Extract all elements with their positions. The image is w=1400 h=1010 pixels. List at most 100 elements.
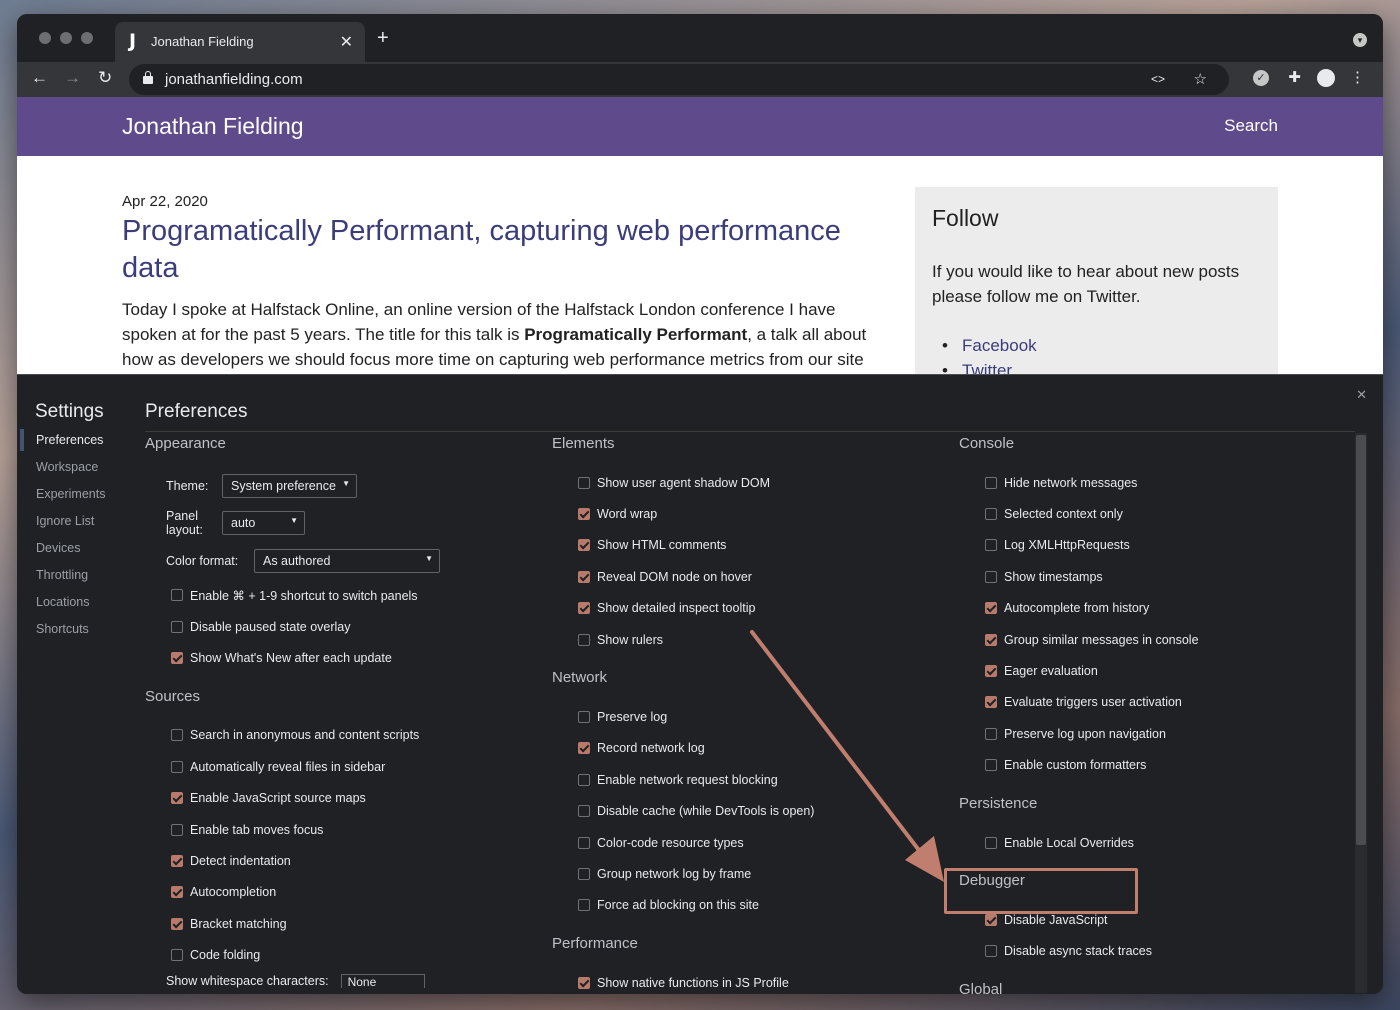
checkbox[interactable]: [578, 508, 590, 521]
checkbox-label[interactable]: Search in anonymous and content scripts: [190, 728, 419, 742]
color-format-select[interactable]: As authored ▼: [254, 548, 440, 573]
checkbox[interactable]: [578, 805, 590, 818]
reload-icon[interactable]: ↻: [98, 68, 112, 88]
checkbox-row[interactable]: Show user agent shadow DOM: [552, 467, 952, 498]
checkbox[interactable]: [985, 665, 997, 678]
checkbox-label[interactable]: Evaluate triggers user activation: [1004, 695, 1182, 709]
checkbox[interactable]: [171, 651, 183, 664]
checkbox-row[interactable]: Autocompletion: [145, 877, 545, 908]
checkbox-row[interactable]: Eager evaluation: [959, 655, 1359, 686]
new-tab-plus-icon[interactable]: +: [377, 27, 389, 50]
checkbox-row[interactable]: Show detailed inspect tooltip: [552, 593, 952, 624]
checkbox[interactable]: [171, 589, 183, 602]
checkbox[interactable]: [985, 945, 997, 958]
checkbox[interactable]: [578, 867, 590, 880]
sidebar-item-devices[interactable]: Devices: [17, 537, 137, 564]
checkbox-label[interactable]: Group similar messages in console: [1004, 633, 1199, 647]
checkbox-row[interactable]: Disable paused state overlay: [145, 611, 545, 642]
checkbox[interactable]: [171, 886, 183, 899]
checkbox[interactable]: [985, 539, 997, 552]
panel-layout-select[interactable]: auto ▼: [222, 511, 305, 536]
sidebar-item-experiments[interactable]: Experiments: [17, 483, 137, 510]
checkbox-label[interactable]: Group network log by frame: [597, 867, 751, 881]
disable-javascript-checkbox[interactable]: [985, 913, 997, 926]
checkbox-label[interactable]: Enable JavaScript source maps: [190, 791, 366, 805]
sidebar-item-throttling[interactable]: Throttling: [17, 564, 137, 591]
checkbox-label[interactable]: Selected context only: [1004, 507, 1123, 521]
checkbox-label[interactable]: Disable async stack traces: [1004, 944, 1152, 958]
checkbox-label[interactable]: Disable cache (while DevTools is open): [597, 804, 814, 818]
tab-search-chevron-icon[interactable]: ▾: [1353, 33, 1367, 47]
checkbox-label[interactable]: Word wrap: [597, 507, 657, 521]
account-avatar-icon[interactable]: [1317, 69, 1335, 87]
site-search-link[interactable]: Search: [1224, 116, 1278, 136]
checkbox[interactable]: [578, 899, 590, 912]
checkbox-row[interactable]: Bracket matching: [145, 908, 545, 939]
checkbox-label[interactable]: Show HTML comments: [597, 538, 726, 552]
checkbox-label[interactable]: Code folding: [190, 948, 260, 962]
checkbox[interactable]: [171, 917, 183, 930]
checkbox-label[interactable]: Detect indentation: [190, 854, 291, 868]
checkbox-row[interactable]: Color-code resource types: [552, 827, 952, 858]
checkbox-label[interactable]: Log XMLHttpRequests: [1004, 538, 1130, 552]
checkbox[interactable]: [578, 476, 590, 489]
checkbox-label[interactable]: Enable Local Overrides: [1004, 836, 1134, 850]
checkbox-label[interactable]: Enable ⌘ + 1-9 shortcut to switch panels: [190, 588, 418, 603]
disable-javascript-row[interactable]: Disable JavaScript: [959, 904, 1359, 935]
checkbox-row[interactable]: Record network log: [552, 733, 952, 764]
checkbox-row[interactable]: Enable JavaScript source maps: [145, 782, 545, 813]
checkbox[interactable]: [171, 729, 183, 742]
checkbox-row[interactable]: Code folding: [145, 939, 545, 970]
site-title-link[interactable]: Jonathan Fielding: [122, 113, 304, 140]
bookmark-star-icon[interactable]: ☆: [1194, 70, 1207, 88]
checkbox-label[interactable]: Reveal DOM node on hover: [597, 570, 752, 584]
checkbox-label[interactable]: Show native functions in JS Profile: [597, 976, 789, 990]
theme-select[interactable]: System preference ▼: [222, 473, 357, 498]
checkbox[interactable]: [171, 620, 183, 633]
checkbox-label[interactable]: Enable custom formatters: [1004, 758, 1146, 772]
sidebar-item-locations[interactable]: Locations: [17, 591, 137, 618]
checkbox-row[interactable]: Show What's New after each update: [145, 642, 545, 673]
checkbox-label[interactable]: Enable tab moves focus: [190, 823, 323, 837]
checkbox[interactable]: [578, 602, 590, 615]
checkbox[interactable]: [578, 773, 590, 786]
sidebar-item-shortcuts[interactable]: Shortcuts: [17, 618, 137, 645]
checkbox-row[interactable]: Search in anonymous and content scripts: [145, 720, 545, 751]
checkbox-row[interactable]: Show native functions in JS Profile: [552, 967, 952, 994]
checkbox[interactable]: [985, 476, 997, 489]
checkbox[interactable]: [171, 823, 183, 836]
checkbox[interactable]: [985, 727, 997, 740]
checkbox-label[interactable]: Bracket matching: [190, 917, 287, 931]
checkbox-label[interactable]: Show timestamps: [1004, 570, 1103, 584]
checkbox-row[interactable]: Enable ⌘ + 1-9 shortcut to switch panels: [145, 580, 545, 611]
checkbox[interactable]: [985, 633, 997, 646]
checkbox-label[interactable]: Automatically reveal files in sidebar: [190, 760, 385, 774]
kebab-menu-icon[interactable]: ⋮: [1350, 68, 1365, 86]
sidebar-item-preferences[interactable]: Preferences: [17, 429, 137, 456]
checkbox-label[interactable]: Force ad blocking on this site: [597, 898, 759, 912]
checkbox-label[interactable]: Show detailed inspect tooltip: [597, 601, 755, 615]
checkbox-label[interactable]: Show user agent shadow DOM: [597, 476, 770, 490]
checkbox[interactable]: [985, 696, 997, 709]
checkbox[interactable]: [985, 602, 997, 615]
extension-check-icon[interactable]: ✓: [1253, 70, 1269, 86]
post-title-link[interactable]: Programatically Performant, capturing we…: [122, 213, 842, 287]
close-window-button[interactable]: [39, 32, 51, 44]
checkbox-row[interactable]: Enable network request blocking: [552, 764, 952, 795]
checkbox-label[interactable]: Eager evaluation: [1004, 664, 1098, 678]
address-bar[interactable]: jonathanfielding.com <> ☆: [129, 64, 1229, 95]
checkbox-row[interactable]: Disable async stack traces: [959, 936, 1359, 967]
twitter-link[interactable]: Twitter: [932, 358, 1037, 374]
checkbox[interactable]: [985, 836, 997, 849]
checkbox-label[interactable]: Disable paused state overlay: [190, 620, 351, 634]
checkbox-row[interactable]: Group network log by frame: [552, 858, 952, 889]
checkbox[interactable]: [171, 760, 183, 773]
checkbox-label[interactable]: Show rulers: [597, 633, 663, 647]
checkbox[interactable]: [578, 539, 590, 552]
checkbox-row[interactable]: Selected context only: [959, 498, 1359, 529]
sidebar-item-ignore-list[interactable]: Ignore List: [17, 510, 137, 537]
checkbox-row[interactable]: Show HTML comments: [552, 530, 952, 561]
checkbox[interactable]: [578, 836, 590, 849]
facebook-link[interactable]: Facebook: [932, 333, 1037, 358]
checkbox[interactable]: [578, 633, 590, 646]
